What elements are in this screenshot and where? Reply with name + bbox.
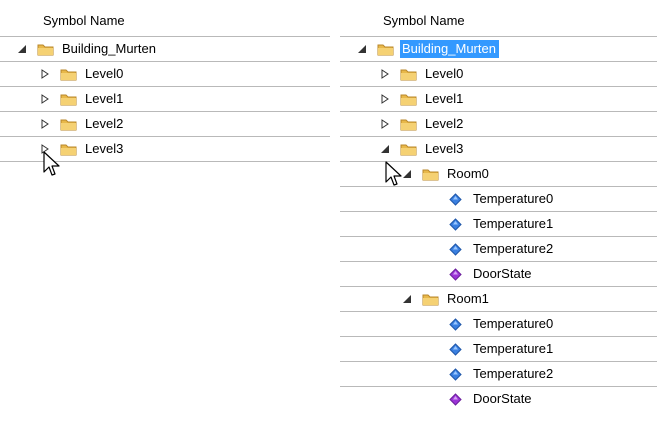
tree-item-label: Temperature1 <box>473 341 554 356</box>
tree-row-temperature1[interactable]: Temperature1 <box>340 212 657 237</box>
folder-icon <box>400 67 417 81</box>
expand-triangle-icon[interactable] <box>40 119 50 129</box>
tree-item-label: Building_Murten <box>62 41 156 56</box>
expand-triangle-icon[interactable] <box>40 94 50 104</box>
mouse-pointer-icon <box>384 160 404 188</box>
tree-item-label: Room0 <box>447 166 489 181</box>
left-tree-panel: Symbol Name Building_Murten Level0 Level… <box>0 0 330 423</box>
tree-row-temperature0[interactable]: Temperature0 <box>340 312 657 337</box>
folder-icon <box>60 142 77 156</box>
tree-item-label: Temperature1 <box>473 216 554 231</box>
temperature-variable-icon <box>449 342 462 356</box>
tree-row-level2[interactable]: Level2 <box>0 112 330 137</box>
tree-item-label: Level0 <box>85 66 124 81</box>
tree-item-label: DoorState <box>473 266 532 281</box>
tree-row-temperature2[interactable]: Temperature2 <box>340 362 657 387</box>
tree-row-temperature1[interactable]: Temperature1 <box>340 337 657 362</box>
tree-item-label: Temperature2 <box>473 366 554 381</box>
collapse-triangle-icon[interactable] <box>380 144 390 154</box>
collapse-triangle-icon[interactable] <box>357 44 367 54</box>
column-header-label: Symbol Name <box>43 12 125 28</box>
tree-row-building[interactable]: Building_Murten <box>340 37 657 62</box>
expand-triangle-icon[interactable] <box>380 94 390 104</box>
right-tree-panel: Symbol Name Building_Murten Level0 Level… <box>340 0 657 423</box>
tree-item-label: Level3 <box>85 141 124 156</box>
tree-item-label: Temperature2 <box>473 241 554 256</box>
folder-icon <box>37 42 54 56</box>
folder-icon <box>377 42 394 56</box>
tree-item-label: Room1 <box>447 291 489 306</box>
doorstate-variable-icon <box>449 267 462 281</box>
folder-icon <box>60 117 77 131</box>
tree-item-label: Level1 <box>85 91 124 106</box>
doorstate-variable-icon <box>449 392 462 406</box>
tree-row-level2[interactable]: Level2 <box>340 112 657 137</box>
temperature-variable-icon <box>449 217 462 231</box>
tree-row-doorstate[interactable]: DoorState <box>340 387 657 412</box>
collapse-triangle-icon[interactable] <box>402 294 412 304</box>
folder-icon <box>400 92 417 106</box>
temperature-variable-icon <box>449 192 462 206</box>
expand-triangle-icon[interactable] <box>380 69 390 79</box>
tree-row-temperature0[interactable]: Temperature0 <box>340 187 657 212</box>
folder-icon <box>60 67 77 81</box>
tree-row-level1[interactable]: Level1 <box>340 87 657 112</box>
tree-row-doorstate[interactable]: DoorState <box>340 262 657 287</box>
expand-triangle-icon[interactable] <box>40 69 50 79</box>
folder-icon <box>400 117 417 131</box>
tree-row-building[interactable]: Building_Murten <box>0 37 330 62</box>
folder-icon <box>60 92 77 106</box>
tree-row-level0[interactable]: Level0 <box>0 62 330 87</box>
tree-item-label: Level3 <box>425 141 464 156</box>
tree-item-label: Level0 <box>425 66 464 81</box>
temperature-variable-icon <box>449 317 462 331</box>
tree-item-label: DoorState <box>473 391 532 406</box>
folder-icon <box>422 167 439 181</box>
tree-row-level1[interactable]: Level1 <box>0 87 330 112</box>
tree-item-label: Level2 <box>425 116 464 131</box>
tree-item-label: Level2 <box>85 116 124 131</box>
tree-item-label: Temperature0 <box>473 191 554 206</box>
mouse-pointer-icon <box>42 150 62 178</box>
tree-row-temperature2[interactable]: Temperature2 <box>340 237 657 262</box>
expand-triangle-icon[interactable] <box>380 119 390 129</box>
temperature-variable-icon <box>449 367 462 381</box>
tree-item-label: Temperature0 <box>473 316 554 331</box>
column-header-symbol-name[interactable]: Symbol Name <box>0 4 330 37</box>
tree-item-label: Level1 <box>425 91 464 106</box>
collapse-triangle-icon[interactable] <box>17 44 27 54</box>
column-header-label: Symbol Name <box>383 12 465 28</box>
column-header-symbol-name[interactable]: Symbol Name <box>340 4 657 37</box>
folder-icon <box>400 142 417 156</box>
tree-row-level3[interactable]: Level3 <box>340 137 657 162</box>
temperature-variable-icon <box>449 242 462 256</box>
tree-row-level0[interactable]: Level0 <box>340 62 657 87</box>
folder-icon <box>422 292 439 306</box>
tree-row-room1[interactable]: Room1 <box>340 287 657 312</box>
tree-item-label: Building_Murten <box>400 40 499 58</box>
